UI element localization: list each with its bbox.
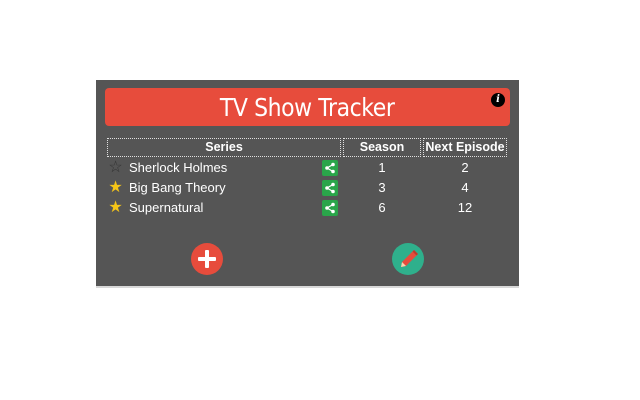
series-name: Sherlock Holmes bbox=[129, 160, 228, 175]
season-value: 1 bbox=[378, 160, 386, 175]
season-value: 3 bbox=[378, 180, 386, 195]
edit-shows-button[interactable] bbox=[392, 243, 424, 275]
favorite-star-icon[interactable]: ★ bbox=[107, 199, 124, 216]
table-row: ★ Supernatural 6 12 bbox=[96, 198, 519, 218]
column-header-series[interactable]: Series bbox=[107, 138, 341, 157]
app-title: TV Show Tracker bbox=[220, 92, 395, 122]
info-icon[interactable]: i bbox=[491, 93, 505, 107]
share-icon bbox=[325, 202, 335, 214]
column-header-season[interactable]: Season bbox=[343, 138, 421, 157]
plus-icon bbox=[198, 250, 216, 268]
share-button[interactable] bbox=[322, 180, 338, 196]
favorite-star-icon[interactable]: ★ bbox=[107, 179, 124, 196]
table-row: ★ Big Bang Theory 3 4 bbox=[96, 178, 519, 198]
series-name: Supernatural bbox=[129, 200, 204, 215]
series-name: Big Bang Theory bbox=[129, 180, 226, 195]
share-button[interactable] bbox=[322, 200, 338, 216]
next-episode-value: 12 bbox=[457, 200, 473, 215]
next-episode-value: 4 bbox=[461, 180, 469, 195]
add-show-button[interactable] bbox=[191, 243, 223, 275]
tv-tracker-panel: TV Show Tracker i Series Season Next Epi… bbox=[96, 80, 519, 288]
share-icon bbox=[325, 182, 335, 194]
favorite-star-icon[interactable]: ☆ bbox=[107, 159, 124, 176]
column-header-next-episode[interactable]: Next Episode bbox=[423, 138, 507, 157]
table-row: ☆ Sherlock Holmes 1 2 bbox=[96, 158, 519, 178]
next-episode-value: 2 bbox=[461, 160, 469, 175]
share-icon bbox=[325, 162, 335, 174]
season-value: 6 bbox=[378, 200, 386, 215]
title-bar: TV Show Tracker i bbox=[105, 88, 510, 126]
pencil-icon bbox=[401, 250, 418, 267]
share-button[interactable] bbox=[322, 160, 338, 176]
